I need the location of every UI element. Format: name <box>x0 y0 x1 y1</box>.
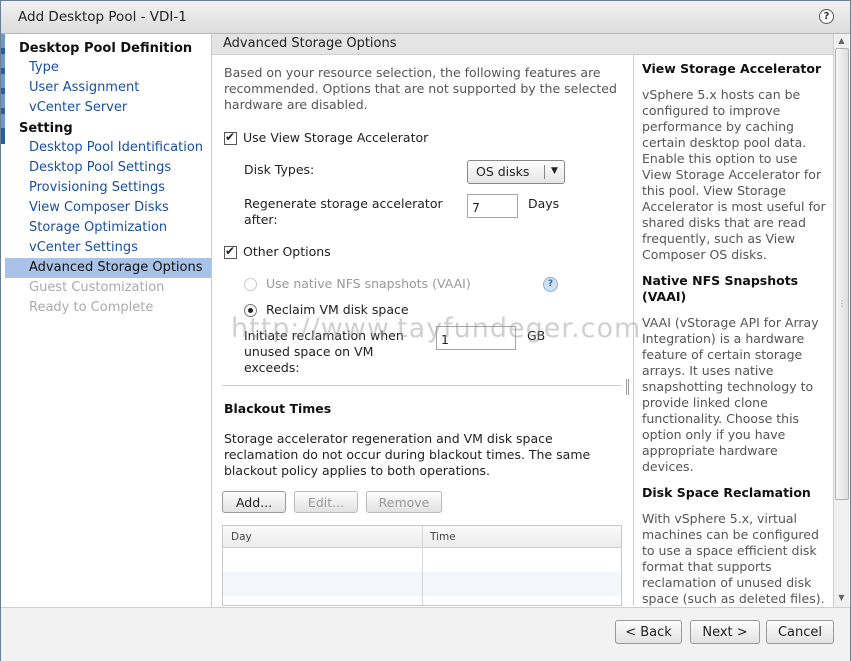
regenerate-label: Regenerate storage accelerator after: <box>244 196 443 227</box>
watermark: http://www.tayfundeger.com <box>231 313 642 344</box>
add-blackout-button[interactable]: Add... <box>222 491 286 513</box>
info-heading-native-nfs: Native NFS Snapshots (VAAI) <box>642 273 799 304</box>
info-heading-disk-space-reclamation: Disk Space Reclamation <box>642 485 811 500</box>
regenerate-days-unit: Days <box>528 196 560 211</box>
nav-item-vcenter-settings[interactable]: vCenter Settings <box>5 238 211 258</box>
nav-item-view-composer-disks[interactable]: View Composer Disks <box>5 198 211 218</box>
help-icon[interactable]: ? <box>543 277 558 292</box>
regenerate-days-input[interactable]: 7 <box>467 194 518 218</box>
native-nfs-label: Use native NFS snapshots (VAAI) <box>266 276 471 291</box>
title-bar: Add Desktop Pool - VDI-1 ? <box>1 1 850 34</box>
page-title: Advanced Storage Options <box>223 36 397 51</box>
scroll-down-icon[interactable]: ▼ <box>834 593 849 605</box>
window-title: Add Desktop Pool - VDI-1 <box>18 9 187 25</box>
info-pane: View Storage Accelerator vSphere 5.x hos… <box>633 55 832 606</box>
nav-item-ready-to-complete: Ready to Complete <box>29 300 154 315</box>
pane-resize-handle[interactable] <box>626 379 630 399</box>
remove-blackout-button: Remove <box>366 491 442 513</box>
scroll-up-icon[interactable]: ▲ <box>834 36 849 48</box>
divider <box>222 385 622 386</box>
nav-item-provisioning-settings[interactable]: Provisioning Settings <box>5 178 211 198</box>
native-nfs-radio <box>244 278 257 291</box>
nav-section-desktop-pool-definition: Desktop Pool Definition <box>19 41 193 56</box>
info-heading-view-storage-accelerator: View Storage Accelerator <box>642 61 822 76</box>
help-icon[interactable]: ? <box>819 9 834 24</box>
scrollbar-thumb[interactable] <box>835 48 849 500</box>
view-storage-accelerator-label: Use View Storage Accelerator <box>243 130 429 145</box>
page-header: Advanced Storage Options <box>212 34 833 55</box>
dialog-footer: < Back Next > Cancel <box>1 607 850 661</box>
cancel-button[interactable]: Cancel <box>766 620 834 644</box>
next-button[interactable]: Next > <box>690 620 760 644</box>
nav-item-vcenter-server[interactable]: vCenter Server <box>5 98 211 118</box>
info-text-native-nfs: VAAI (vStorage API for Array Integration… <box>642 315 819 474</box>
back-button[interactable]: < Back <box>615 620 682 644</box>
nav-item-storage-optimization[interactable]: Storage Optimization <box>5 218 211 238</box>
intro-text: Based on your resource selection, the fo… <box>224 65 617 112</box>
disk-types-label: Disk Types: <box>244 162 315 177</box>
nav-item-type[interactable]: Type <box>5 58 211 78</box>
wizard-nav: Desktop Pool Definition Type User Assign… <box>5 34 212 607</box>
disk-types-value: OS disks <box>476 164 530 179</box>
nav-item-user-assignment[interactable]: User Assignment <box>5 78 211 98</box>
nav-item-desktop-pool-settings[interactable]: Desktop Pool Settings <box>5 158 211 178</box>
other-options-label: Other Options <box>243 244 331 259</box>
edit-blackout-button: Edit... <box>294 491 358 513</box>
blackout-times-description: Storage accelerator regeneration and VM … <box>224 431 591 478</box>
column-day[interactable]: Day <box>231 531 252 543</box>
disk-types-select[interactable]: OS disks ▼ <box>467 160 565 184</box>
info-text-disk-space-reclamation: With vSphere 5.x, virtual machines can b… <box>642 511 825 606</box>
column-time[interactable]: Time <box>430 531 456 543</box>
nav-section-setting: Setting <box>19 121 73 136</box>
add-desktop-pool-dialog: Add Desktop Pool - VDI-1 ? Desktop Pool … <box>0 0 851 661</box>
info-scrollbar[interactable]: ▲ ⋮ ▼ <box>833 34 849 607</box>
blackout-times-table: Day Time <box>222 525 622 606</box>
view-storage-accelerator-checkbox[interactable] <box>224 130 237 145</box>
nav-item-desktop-pool-identification[interactable]: Desktop Pool Identification <box>5 138 211 158</box>
nav-item-advanced-storage-options[interactable]: Advanced Storage Options <box>5 258 211 278</box>
nav-item-guest-customization: Guest Customization <box>29 280 165 295</box>
blackout-times-title: Blackout Times <box>224 401 332 416</box>
chevron-down-icon: ▼ <box>551 166 558 176</box>
other-options-checkbox[interactable] <box>224 244 237 259</box>
info-text-view-storage-accelerator: vSphere 5.x hosts can be configured to i… <box>642 87 826 262</box>
